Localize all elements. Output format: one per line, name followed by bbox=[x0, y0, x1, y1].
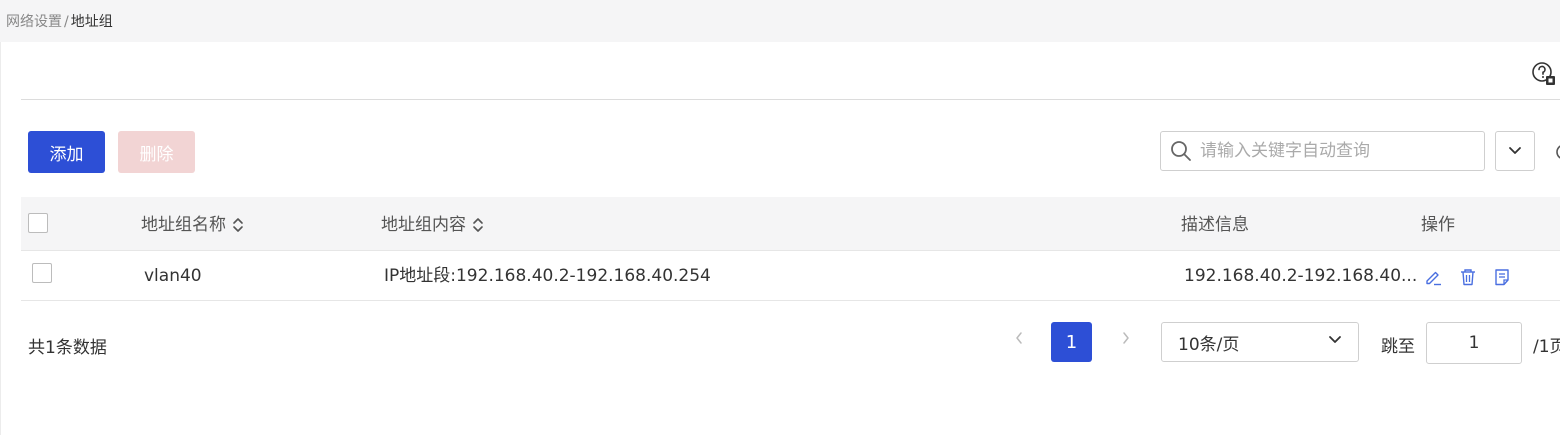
add-button[interactable]: 添加 bbox=[28, 131, 105, 173]
total-count: 共1条数据 bbox=[28, 338, 107, 358]
page-size-select[interactable]: 10条/页 bbox=[1161, 322, 1359, 362]
jump-label: 跳至 bbox=[1381, 337, 1415, 357]
select-all-checkbox[interactable] bbox=[28, 213, 48, 233]
sort-icon[interactable] bbox=[472, 216, 484, 234]
chevron-down-icon bbox=[1329, 336, 1341, 343]
breadcrumb-current: 地址组 bbox=[70, 14, 113, 30]
column-header-description: 描述信息 bbox=[1181, 215, 1249, 235]
next-page-icon[interactable] bbox=[1121, 330, 1131, 346]
delete-button[interactable]: 删除 bbox=[118, 131, 195, 173]
column-header-name[interactable]: 地址组名称 bbox=[141, 215, 244, 235]
prev-page-icon[interactable] bbox=[1014, 330, 1024, 346]
page-size-value: 10条/页 bbox=[1178, 334, 1240, 355]
breadcrumb-parent[interactable]: 网络设置 bbox=[6, 14, 62, 30]
search-box[interactable] bbox=[1160, 131, 1485, 171]
cell-content: IP地址段:192.168.40.2-192.168.40.254 bbox=[384, 266, 711, 286]
help-icon[interactable] bbox=[1531, 61, 1557, 87]
jump-page-input[interactable] bbox=[1426, 322, 1522, 364]
column-header-actions: 操作 bbox=[1421, 215, 1455, 235]
total-pages: /1页 bbox=[1533, 337, 1560, 357]
header-divider bbox=[21, 99, 1560, 100]
sort-icon[interactable] bbox=[232, 216, 244, 234]
column-header-content[interactable]: 地址组内容 bbox=[381, 215, 484, 235]
search-options-dropdown[interactable] bbox=[1495, 131, 1535, 171]
edit-icon[interactable] bbox=[1424, 268, 1442, 286]
column-header-name-label: 地址组名称 bbox=[141, 215, 226, 235]
column-header-actions-label: 操作 bbox=[1421, 215, 1455, 235]
cell-description: 192.168.40.2-192.168.40... bbox=[1184, 266, 1418, 286]
search-icon bbox=[1171, 141, 1191, 161]
delete-icon[interactable] bbox=[1459, 268, 1477, 286]
row-checkbox[interactable] bbox=[32, 263, 52, 283]
column-header-content-label: 地址组内容 bbox=[381, 215, 466, 235]
chevron-down-icon bbox=[1509, 147, 1521, 154]
search-input[interactable] bbox=[1200, 141, 1470, 161]
table-header: 地址组名称 地址组内容 描述信息 操作 bbox=[21, 197, 1560, 251]
table-row: vlan40 IP地址段:192.168.40.2-192.168.40.254… bbox=[21, 251, 1560, 301]
column-header-description-label: 描述信息 bbox=[1181, 215, 1249, 235]
detail-icon[interactable] bbox=[1493, 268, 1511, 286]
breadcrumb-separator: / bbox=[64, 14, 69, 30]
refresh-icon[interactable] bbox=[1554, 142, 1560, 162]
cell-name: vlan40 bbox=[144, 266, 202, 286]
page-button-current[interactable]: 1 bbox=[1051, 322, 1092, 362]
main-panel: 添加 删除 地址组名称 地址组内容 bbox=[0, 42, 1560, 435]
breadcrumb: 网络设置 / 地址组 bbox=[6, 13, 113, 31]
